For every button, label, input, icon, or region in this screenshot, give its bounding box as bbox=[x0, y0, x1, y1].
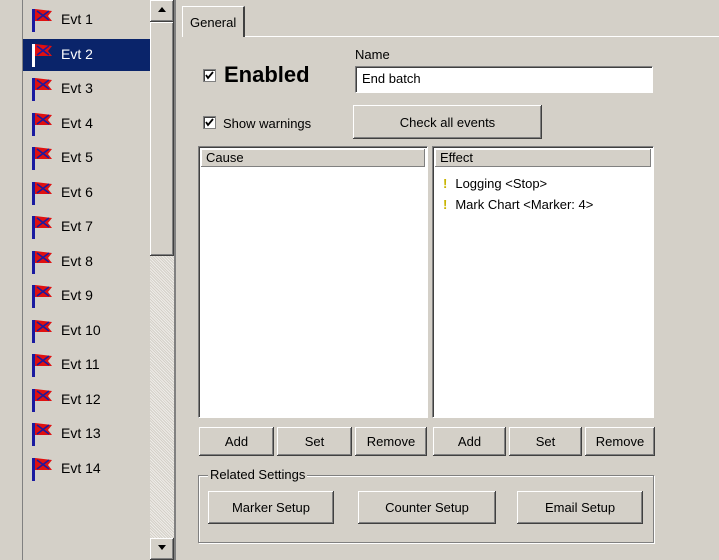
event-flag-icon bbox=[32, 285, 52, 308]
event-item-label: Evt 1 bbox=[61, 11, 93, 27]
check-mark-icon bbox=[205, 71, 214, 80]
scroll-down-arrow-icon bbox=[158, 545, 166, 550]
counter-setup-button[interactable]: Counter Setup bbox=[358, 491, 496, 524]
event-item-label: Evt 7 bbox=[61, 218, 93, 234]
event-item[interactable]: Evt 13 bbox=[23, 418, 151, 450]
name-label: Name bbox=[355, 47, 390, 62]
effect-item-text: Mark Chart <Marker: 4> bbox=[455, 197, 594, 212]
event-item-label: Evt 10 bbox=[61, 321, 101, 338]
event-item[interactable]: Evt 11 bbox=[23, 349, 151, 381]
effect-add-button[interactable]: Add bbox=[433, 427, 506, 456]
event-item[interactable]: Evt 1 bbox=[23, 4, 151, 36]
event-item-label: Evt 14 bbox=[61, 459, 101, 476]
cause-header[interactable]: Cause bbox=[201, 149, 425, 167]
event-item-label: Evt 13 bbox=[61, 425, 101, 441]
event-list: Evt 1 Evt 2 Evt 3 Evt 4 Evt 5 Evt 6 Evt 7 Evt 8… bbox=[22, 0, 151, 560]
check-mark-icon bbox=[205, 118, 214, 127]
event-item[interactable]: Evt 2 bbox=[23, 38, 151, 71]
scroll-down-button[interactable] bbox=[150, 538, 174, 560]
name-input[interactable]: End batch bbox=[355, 66, 653, 93]
event-flag-icon bbox=[32, 147, 52, 170]
scroll-up-button[interactable] bbox=[150, 0, 174, 22]
scroll-up-arrow-icon bbox=[158, 7, 166, 12]
effect-item[interactable]: ! Mark Chart <Marker: 4> bbox=[443, 197, 593, 212]
event-item[interactable]: Evt 5 bbox=[23, 142, 151, 174]
event-flag-icon bbox=[32, 423, 52, 446]
event-item[interactable]: Evt 8 bbox=[23, 246, 151, 278]
scrollbar-thumb[interactable] bbox=[150, 22, 174, 256]
event-flag-icon bbox=[32, 43, 52, 67]
event-item[interactable]: Evt 7 bbox=[23, 211, 151, 243]
event-flag-icon bbox=[32, 354, 52, 377]
enabled-label: Enabled bbox=[224, 62, 310, 87]
related-settings-legend: Related Settings bbox=[208, 467, 308, 482]
event-item-label: Evt 3 bbox=[61, 80, 93, 96]
event-item-label: Evt 8 bbox=[61, 252, 93, 269]
event-flag-icon bbox=[32, 78, 52, 101]
event-item[interactable]: Evt 12 bbox=[23, 384, 151, 416]
check-all-events-button[interactable]: Check all events bbox=[353, 105, 542, 139]
event-flag-icon bbox=[32, 319, 52, 343]
event-flag-icon bbox=[32, 250, 52, 274]
event-flag-icon bbox=[32, 388, 52, 412]
marker-setup-button[interactable]: Marker Setup bbox=[208, 491, 334, 524]
effect-header[interactable]: Effect bbox=[435, 149, 651, 167]
pane-splitter[interactable] bbox=[174, 0, 176, 560]
warning-icon: ! bbox=[443, 176, 448, 191]
event-item[interactable]: Evt 4 bbox=[23, 108, 151, 140]
effect-list[interactable]: Effect ! Logging <Stop> ! Mark Chart <Mark… bbox=[432, 146, 654, 418]
cause-add-button[interactable]: Add bbox=[199, 427, 274, 456]
effect-item[interactable]: ! Logging <Stop> bbox=[443, 176, 547, 191]
event-item-label: Evt 2 bbox=[61, 45, 93, 62]
event-flag-icon bbox=[32, 181, 52, 205]
event-flag-icon bbox=[32, 112, 52, 136]
event-item[interactable]: Evt 10 bbox=[23, 315, 151, 347]
event-flag-icon bbox=[32, 457, 52, 481]
event-item-label: Evt 4 bbox=[61, 114, 93, 131]
event-item[interactable]: Evt 3 bbox=[23, 73, 151, 105]
event-item-label: Evt 9 bbox=[61, 287, 93, 303]
event-item[interactable]: Evt 14 bbox=[23, 453, 151, 485]
cause-list[interactable]: Cause bbox=[198, 146, 428, 418]
event-item[interactable]: Evt 9 bbox=[23, 280, 151, 312]
event-item-label: Evt 12 bbox=[61, 390, 101, 407]
tab-divider bbox=[182, 36, 719, 37]
warning-icon: ! bbox=[443, 197, 448, 212]
effect-item-text: Logging <Stop> bbox=[455, 176, 548, 191]
event-flag-icon bbox=[32, 216, 52, 239]
cause-remove-button[interactable]: Remove bbox=[355, 427, 427, 456]
enabled-checkbox[interactable] bbox=[203, 69, 216, 82]
event-item-label: Evt 11 bbox=[61, 356, 100, 372]
email-setup-button[interactable]: Email Setup bbox=[517, 491, 643, 524]
event-item-label: Evt 6 bbox=[61, 183, 93, 200]
event-flag-icon bbox=[32, 9, 52, 32]
effect-remove-button[interactable]: Remove bbox=[585, 427, 655, 456]
event-item[interactable]: Evt 6 bbox=[23, 177, 151, 209]
event-item-label: Evt 5 bbox=[61, 149, 93, 165]
cause-set-button[interactable]: Set bbox=[277, 427, 352, 456]
show-warnings-label: Show warnings bbox=[223, 116, 312, 131]
event-list-scrollbar[interactable] bbox=[150, 0, 174, 560]
show-warnings-checkbox[interactable] bbox=[203, 116, 216, 129]
tab-general[interactable]: General bbox=[182, 6, 246, 37]
effect-set-button[interactable]: Set bbox=[509, 427, 582, 456]
